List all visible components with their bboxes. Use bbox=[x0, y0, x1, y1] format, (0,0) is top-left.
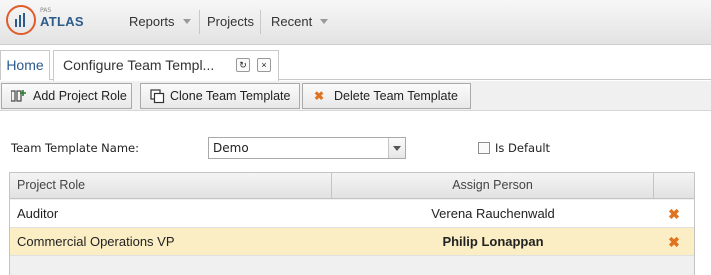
is-default-label: Is Default bbox=[495, 141, 551, 155]
add-project-role-button[interactable]: Add Project Role bbox=[1, 83, 132, 109]
action-toolbar: Add Project Role Clone Team Template ✖ D… bbox=[0, 81, 711, 111]
nav-projects[interactable]: Projects bbox=[207, 0, 254, 45]
project-roles-grid: Project Role Assign Person Auditor Veren… bbox=[9, 172, 695, 275]
top-nav-bar: PAS ATLAS Reports Projects Recent bbox=[0, 0, 711, 45]
nav-reports-label: Reports bbox=[129, 14, 175, 29]
chevron-down-icon bbox=[182, 19, 191, 25]
cell-project-role: Auditor bbox=[17, 206, 59, 221]
tab-configure-team-template[interactable]: Configure Team Templ... ↻ × bbox=[53, 50, 279, 81]
add-project-role-label: Add Project Role bbox=[33, 89, 127, 103]
nav-divider bbox=[199, 10, 200, 34]
copy-icon bbox=[150, 89, 165, 104]
logo-text: ATLAS bbox=[40, 14, 84, 29]
delete-row-icon[interactable]: ✖ bbox=[667, 207, 681, 221]
tab-home[interactable]: Home bbox=[0, 50, 50, 80]
column-header-actions bbox=[654, 173, 694, 199]
cell-assign-person[interactable]: Philip Lonappan bbox=[332, 228, 654, 255]
is-default-checkbox[interactable] bbox=[478, 142, 490, 154]
team-template-name-value: Demo bbox=[213, 141, 249, 155]
nav-reports[interactable]: Reports bbox=[129, 0, 191, 45]
tab-strip: Home Configure Team Templ... ↻ × bbox=[0, 50, 711, 81]
nav-recent-label: Recent bbox=[271, 14, 313, 29]
nav-recent[interactable]: Recent bbox=[271, 0, 329, 45]
table-row[interactable]: Commercial Operations VP Philip Lonappan… bbox=[10, 228, 694, 256]
cell-project-role: Commercial Operations VP bbox=[17, 234, 175, 249]
close-icon[interactable]: × bbox=[257, 58, 271, 72]
team-template-name-label: Team Template Name: bbox=[11, 141, 139, 155]
tab-configure-label: Configure Team Templ... bbox=[63, 57, 215, 73]
table-row[interactable]: Auditor Verena Rauchenwald ✖ bbox=[10, 200, 694, 228]
atlas-logo[interactable]: PAS ATLAS bbox=[6, 5, 96, 41]
add-role-icon bbox=[10, 89, 26, 103]
nav-projects-label: Projects bbox=[207, 14, 254, 29]
delete-team-template-label: Delete Team Template bbox=[334, 89, 458, 103]
refresh-icon[interactable]: ↻ bbox=[236, 58, 250, 72]
chevron-down-icon bbox=[320, 19, 329, 25]
clone-team-template-button[interactable]: Clone Team Template bbox=[140, 83, 300, 109]
delete-x-icon: ✖ bbox=[313, 89, 325, 103]
delete-row-icon[interactable]: ✖ bbox=[667, 235, 681, 249]
column-header-project-role[interactable]: Project Role bbox=[10, 173, 332, 199]
cell-assign-person[interactable]: Verena Rauchenwald bbox=[332, 200, 654, 227]
clone-team-template-label: Clone Team Template bbox=[170, 89, 291, 103]
column-header-assign-person[interactable]: Assign Person bbox=[332, 173, 654, 199]
logo-subtext: PAS bbox=[40, 7, 52, 14]
nav-divider bbox=[260, 10, 261, 34]
team-template-name-select[interactable]: Demo bbox=[208, 137, 406, 159]
chevron-down-icon[interactable] bbox=[388, 138, 405, 158]
bar-chart-icon bbox=[15, 13, 27, 27]
delete-team-template-button[interactable]: ✖ Delete Team Template bbox=[302, 83, 471, 109]
